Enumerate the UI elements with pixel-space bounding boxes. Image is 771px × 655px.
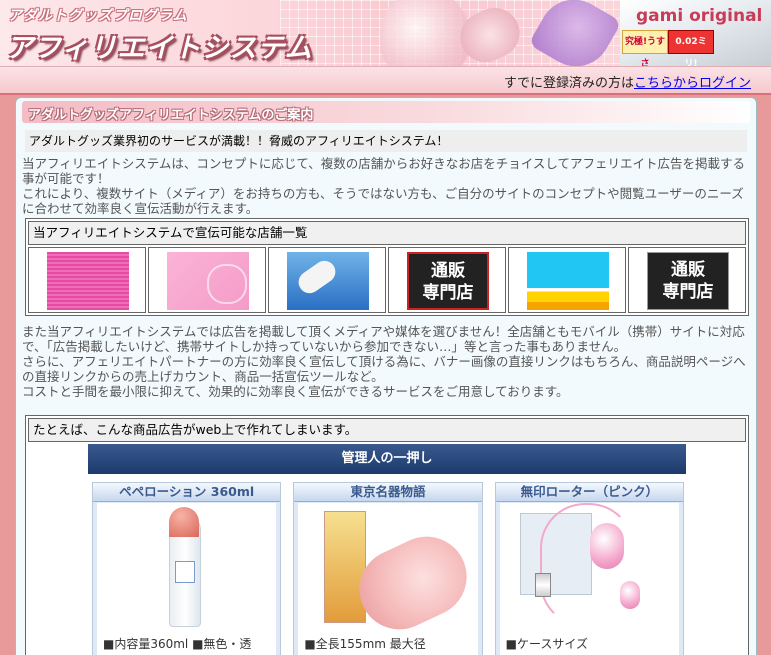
product-desc-3: ■ケースサイズ	[505, 637, 589, 651]
shop-cell-1[interactable]	[28, 247, 146, 313]
shop-banner-3[interactable]	[287, 252, 369, 310]
description-paragraph-2: また当アフィリエイトシステムでは広告を掲載して頂くメディアや媒体を選びません！全…	[22, 324, 746, 399]
ad-title: 管理人の一押し	[88, 444, 686, 474]
header-deco-badge-1: 究極!うすさ	[622, 30, 668, 66]
shop-cell-3[interactable]	[268, 247, 386, 313]
shop-cell-4[interactable]: 通販 専門店	[388, 247, 506, 313]
product-body-2: ■全長155mm 最大径	[298, 503, 481, 655]
header-product-image-1	[380, 0, 470, 66]
rotor-wire-image	[539, 503, 634, 627]
shop-list-box: 当アフィリエイトシステムで宣伝可能な店舗一覧 通販 専門店 通販 専門店	[25, 218, 749, 316]
product-title-2[interactable]: 東京名器物語	[294, 483, 482, 502]
shop-cell-2[interactable]	[148, 247, 266, 313]
shop-cell-5[interactable]	[508, 247, 626, 313]
login-link[interactable]: こちらからログイン	[634, 76, 751, 91]
product-desc-1: ■内容量360ml ■無色・透	[103, 637, 252, 651]
shop-banner-row: 通販 専門店 通販 専門店	[28, 247, 746, 315]
product-title-1[interactable]: ペペローション 360ml	[93, 483, 281, 502]
rotor-egg-image-2	[619, 581, 640, 609]
product-card-2[interactable]: 東京名器物語 ■全長155mm 最大径	[293, 482, 483, 655]
shop-list-heading: 当アフィリエイトシステムで宣伝可能な店舗一覧	[28, 221, 746, 245]
section-title-bar: アダルトグッズアフィリエイトシステムのご案内	[22, 101, 750, 123]
login-prefix: すでに登録済みの方は	[503, 76, 634, 91]
login-text: すでに登録済みの方はこちらからログイン	[504, 72, 751, 91]
product-body-3: ■ケースサイズ	[499, 503, 679, 655]
shop-banner-4[interactable]: 通販 専門店	[407, 252, 489, 310]
example-heading: たとえば、こんな商品広告がweb上で作れてしまいます。	[28, 418, 746, 442]
rotor-egg-image[interactable]	[589, 523, 624, 569]
shop-cell-6[interactable]: 通販 専門店	[628, 247, 746, 313]
intro-line: アダルトグッズ業界初のサービスが満載！！脅威のアフィリエイトシステム！	[25, 130, 747, 152]
description-paragraph-1: 当アフィリエイトシステムは、コンセプトに応じて、複数の店舗からお好きなお店をチョ…	[22, 156, 746, 216]
main-panel: アダルトグッズアフィリエイトシステムのご案内 アダルトグッズ業界初のサービスが満…	[15, 97, 757, 655]
product-desc-2: ■全長155mm 最大径	[304, 637, 426, 651]
header-banner: gami original 究極!うすさ 0.02ミリ! アダルトグッズプログラ…	[0, 0, 771, 66]
product-card-3[interactable]: 無印ローター（ピンク） ■ケースサイズ	[494, 482, 684, 655]
page: gami original 究極!うすさ 0.02ミリ! アダルトグッズプログラ…	[0, 0, 771, 655]
device-image	[294, 256, 340, 298]
example-box: たとえば、こんな商品広告がweb上で作れてしまいます。 管理人の一押し ペペロー…	[25, 415, 749, 655]
shop-banner-1[interactable]	[47, 252, 129, 310]
shop-banner-5[interactable]	[527, 252, 609, 310]
ad-preview: 管理人の一押し ペペローション 360ml ■内容量360ml ■無色・透 東京…	[88, 444, 686, 655]
bottle-cap-image	[169, 507, 199, 537]
header-subtitle: アダルトグッズプログラム	[8, 8, 188, 24]
header-deco-badge-2: 0.02ミリ!	[668, 30, 714, 66]
battery-image	[534, 573, 551, 597]
shop-banner-2[interactable]	[167, 252, 249, 310]
swirl-decoration	[207, 264, 247, 304]
ad-product-columns: ペペローション 360ml ■内容量360ml ■無色・透 東京名器物語 ■全長…	[92, 482, 684, 655]
product-item-image[interactable]	[346, 523, 481, 643]
bottle-label-image	[175, 561, 195, 583]
product-package-image[interactable]	[324, 511, 367, 623]
product-card-1[interactable]: ペペローション 360ml ■内容量360ml ■無色・透	[92, 482, 282, 655]
section-title: アダルトグッズアフィリエイトシステムのご案内	[28, 108, 314, 123]
product-body-1: ■内容量360ml ■無色・透	[97, 503, 277, 655]
header-deco-brand: gami original	[636, 6, 763, 26]
header-title: アフィリエイトシステム	[6, 33, 313, 64]
shop-banner-6[interactable]: 通販 専門店	[647, 252, 729, 310]
login-bar: すでに登録済みの方はこちらからログイン	[0, 66, 771, 95]
product-title-3[interactable]: 無印ローター（ピンク）	[495, 483, 683, 502]
